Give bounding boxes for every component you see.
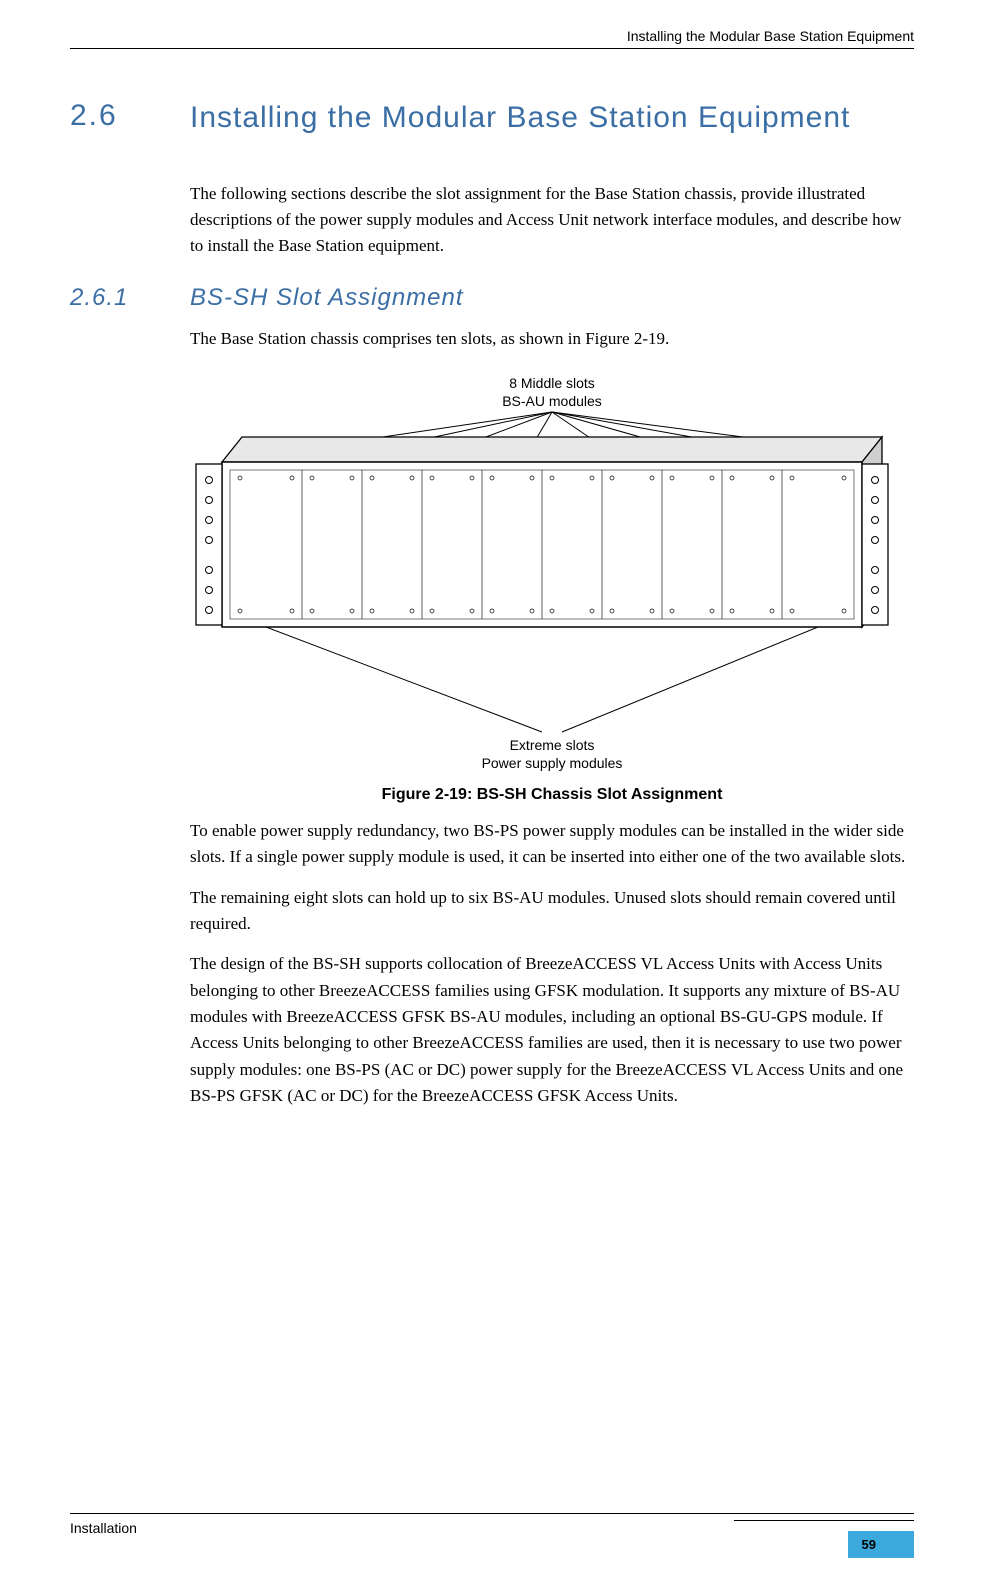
footer-rule bbox=[734, 1520, 914, 1521]
chassis-diagram: 8 Middle slots BS-AU modules bbox=[192, 372, 912, 772]
subsection-number: 2.6.1 bbox=[70, 284, 160, 312]
subsection-heading: 2.6.1 BS-SH Slot Assignment bbox=[70, 284, 914, 312]
page-footer: Installation 59 bbox=[70, 1513, 914, 1558]
paragraph: The Base Station chassis comprises ten s… bbox=[190, 326, 914, 352]
running-title: Installing the Modular Base Station Equi… bbox=[627, 28, 914, 44]
section-number: 2.6 bbox=[70, 99, 160, 137]
page-number: 59 bbox=[848, 1531, 914, 1558]
figure-bottom-label-2: Power supply modules bbox=[482, 755, 623, 771]
figure-caption: Figure 2-19: BS-SH Chassis Slot Assignme… bbox=[190, 786, 914, 804]
footer-right: 59 bbox=[734, 1520, 914, 1558]
subsection-title: BS-SH Slot Assignment bbox=[190, 284, 464, 312]
section-intro: The following sections describe the slot… bbox=[190, 181, 914, 260]
footer-chapter: Installation bbox=[70, 1520, 137, 1536]
paragraph: The design of the BS-SH supports colloca… bbox=[190, 951, 914, 1109]
figure-container: 8 Middle slots BS-AU modules bbox=[190, 372, 914, 804]
paragraph: The remaining eight slots can hold up to… bbox=[190, 885, 914, 938]
figure-top-label-1: 8 Middle slots bbox=[509, 375, 595, 391]
paragraph: To enable power supply redundancy, two B… bbox=[190, 818, 914, 871]
section-title: Installing the Modular Base Station Equi… bbox=[190, 99, 850, 137]
figure-bottom-label-1: Extreme slots bbox=[510, 737, 595, 753]
figure-top-label-2: BS-AU modules bbox=[502, 393, 602, 409]
running-header: Installing the Modular Base Station Equi… bbox=[70, 0, 914, 49]
section-heading: 2.6 Installing the Modular Base Station … bbox=[70, 99, 914, 137]
